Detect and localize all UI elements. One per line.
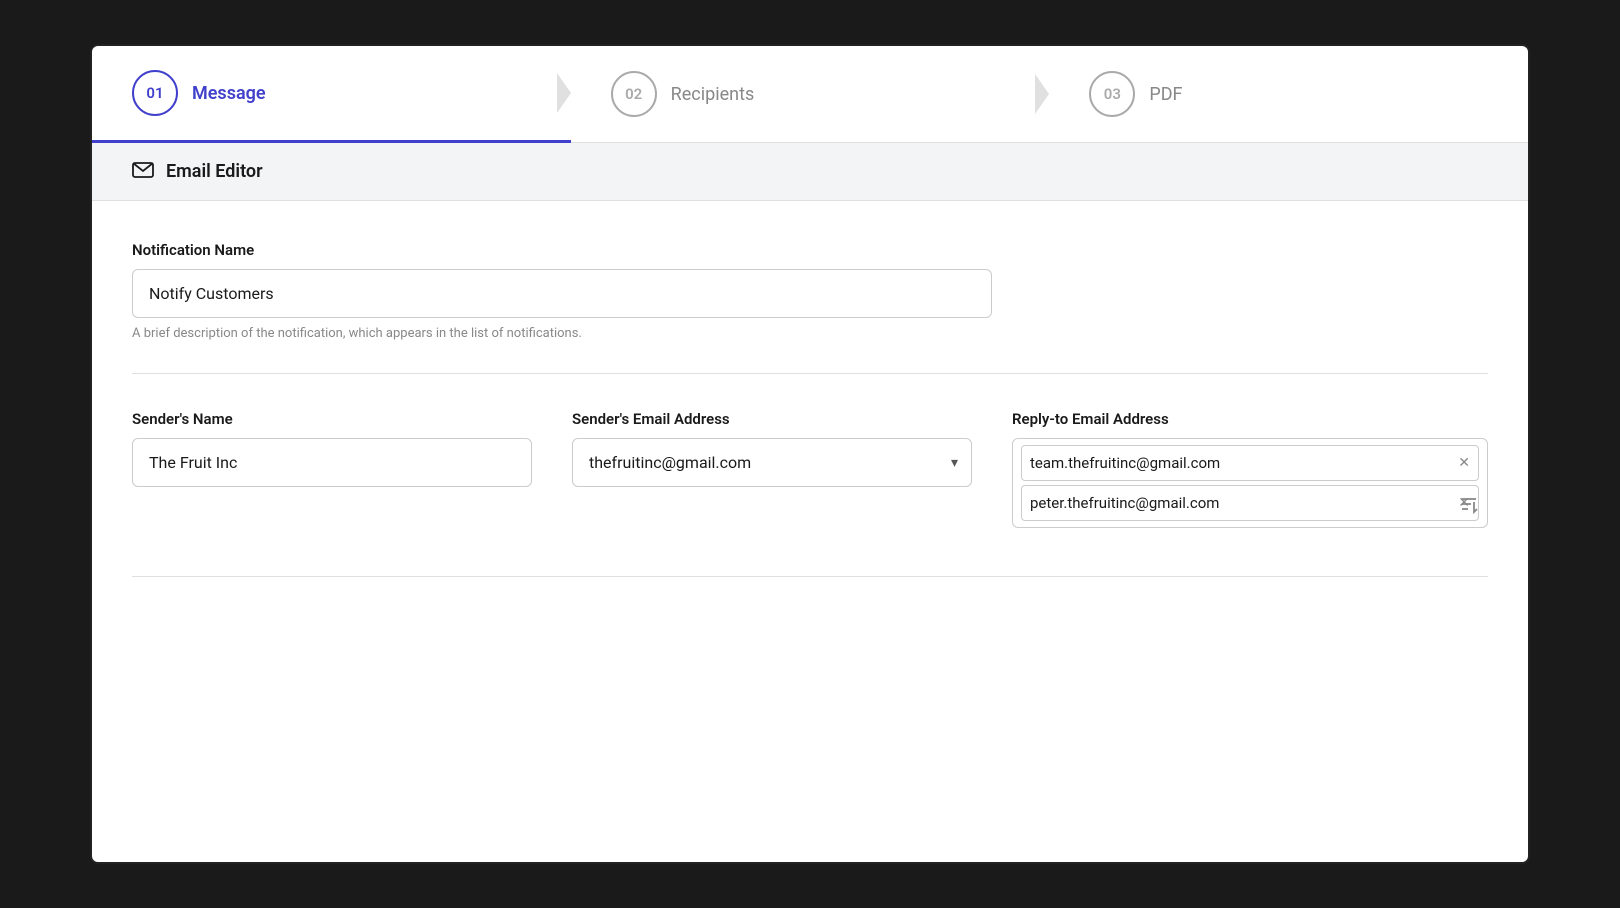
reply-to-label: Reply-to Email Address (1012, 410, 1488, 428)
step-number-3: 03 (1089, 71, 1135, 117)
sender-email-select[interactable]: thefruitinc@gmail.com (572, 438, 972, 487)
sender-email-select-wrapper: thefruitinc@gmail.com ▾ (572, 438, 972, 487)
step-number-1: 01 (132, 70, 178, 116)
notification-name-input[interactable] (132, 269, 992, 318)
sender-email-label: Sender's Email Address (572, 410, 972, 428)
section-header-title: Email Editor (166, 161, 263, 182)
reply-to-item-1: team.thefruitinc@gmail.com ✕ (1021, 445, 1479, 481)
reply-to-remove-1[interactable]: ✕ (1458, 456, 1470, 470)
reply-to-email-1: team.thefruitinc@gmail.com (1030, 454, 1220, 472)
notification-name-label: Notification Name (132, 241, 1488, 259)
reply-to-email-2: peter.thefruitinc@gmail.com (1030, 494, 1219, 512)
email-editor-header: Email Editor (92, 143, 1528, 201)
reply-to-field: Reply-to Email Address team.thefruitinc@… (1012, 410, 1488, 528)
email-icon (132, 162, 154, 182)
form-content: Notification Name A brief description of… (92, 201, 1528, 617)
bottom-divider (132, 576, 1488, 577)
notification-name-hint: A brief description of the notification,… (132, 326, 1488, 341)
step-label-2: Recipients (671, 84, 755, 105)
step-label-3: PDF (1149, 84, 1182, 105)
reply-to-box: team.thefruitinc@gmail.com ✕ peter.thefr… (1012, 438, 1488, 528)
step-message[interactable]: 01 Message (92, 46, 571, 143)
notification-name-group: Notification Name A brief description of… (132, 241, 1488, 341)
sender-email-field: Sender's Email Address thefruitinc@gmail… (572, 410, 972, 487)
step-pdf[interactable]: 03 PDF (1049, 46, 1528, 142)
sender-name-field: Sender's Name (132, 410, 532, 487)
sort-icon[interactable] (1459, 494, 1479, 519)
step-label-1: Message (192, 83, 266, 104)
stepper: 01 Message 02 Recipients 03 PDF (92, 46, 1528, 143)
divider-1 (132, 373, 1488, 374)
sender-row: Sender's Name Sender's Email Address the… (132, 410, 1488, 528)
step-number-2: 02 (611, 71, 657, 117)
reply-to-item-2: peter.thefruitinc@gmail.com ✕ (1021, 485, 1479, 521)
sender-name-label: Sender's Name (132, 410, 532, 428)
sender-name-input[interactable] (132, 438, 532, 487)
main-container: 01 Message 02 Recipients 03 PDF Email Ed… (90, 44, 1530, 864)
step-recipients[interactable]: 02 Recipients (571, 46, 1050, 142)
